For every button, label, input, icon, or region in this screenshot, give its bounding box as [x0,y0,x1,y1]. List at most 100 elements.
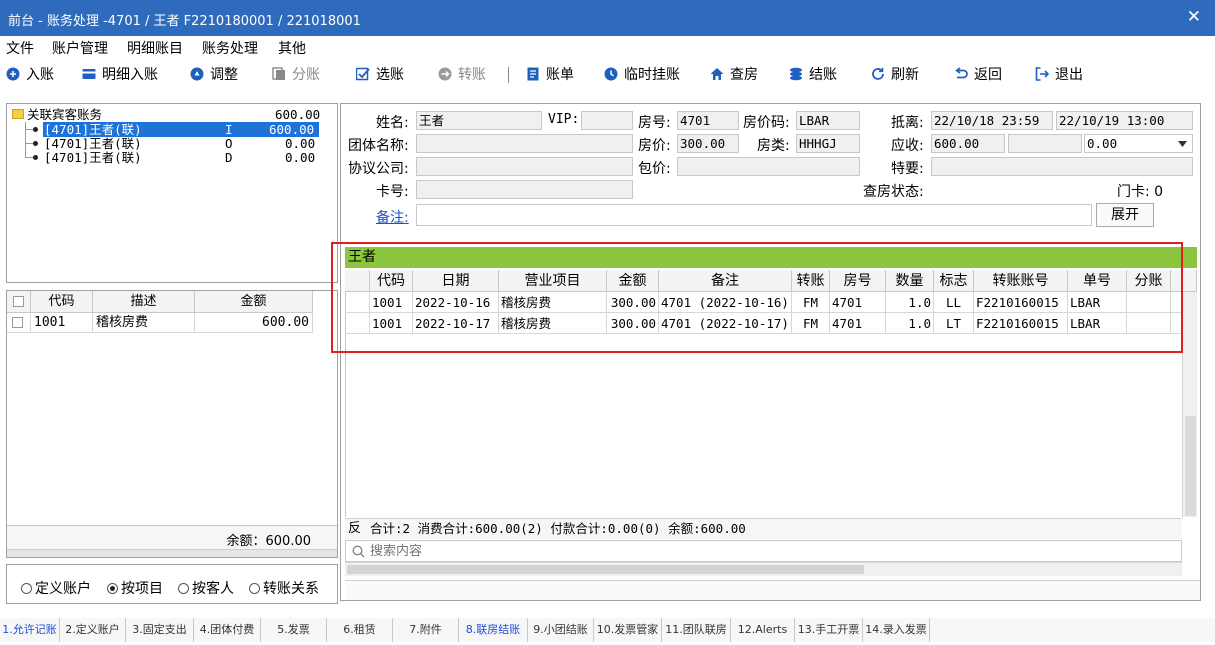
vip-field[interactable] [581,111,633,130]
tree-root-amount: 600.00 [275,107,321,122]
scrollbar-thumb[interactable] [347,565,864,574]
bill-icon [527,67,539,81]
check-room-button[interactable]: 查房 [710,63,758,85]
card-field[interactable] [416,180,633,199]
tree-item-label: [4701]王者(联) [44,150,142,165]
grouping-options: 定义账户 按项目 按客人 转账关系 [6,564,338,604]
remark-link[interactable]: 备注: [376,207,409,227]
arrive-depart-label: 抵离: [891,115,924,131]
tab-enter-invoice[interactable]: 14.录入发票 [863,618,930,642]
radio-by-guest[interactable]: 按客人 [178,578,234,598]
close-icon[interactable]: ✕ [1187,7,1201,27]
search-box[interactable] [345,540,1182,562]
company-field[interactable] [416,157,633,176]
radio-transfer-relation[interactable]: 转账关系 [249,578,319,598]
split-icon [272,67,285,80]
group-field[interactable] [416,134,633,153]
room-type-field[interactable]: HHHGJ [796,134,860,153]
row-checkbox-cell[interactable] [7,313,31,333]
menu-account-manage[interactable]: 账户管理 [52,38,108,58]
tab-small-group-checkout[interactable]: 9.小团结账 [528,618,594,642]
menu-detail-items[interactable]: 明细账目 [127,38,183,58]
tab-invoice[interactable]: 5.发票 [261,618,327,642]
check-room-label: 查房 [730,67,758,83]
transfer-circle-icon [438,67,452,81]
menu-accounting[interactable]: 账务处理 [202,38,258,58]
exit-button[interactable]: 退出 [1035,63,1083,85]
rate-field[interactable]: 300.00 [677,134,739,153]
arrival-field[interactable]: 22/10/18 23:59 [931,111,1053,130]
name-field[interactable]: 王者 [416,111,542,130]
bill-button[interactable]: 账单 [526,63,574,85]
tab-group-payment[interactable]: 4.团体付费 [194,618,261,642]
radio-label: 定义账户 [35,581,91,597]
tab-manual-invoice[interactable]: 13.手工开票 [795,618,863,642]
receivable-select[interactable]: 0.00 [1084,134,1193,153]
account-tree: 关联宾客账务 600.00 [4701]王者(联) I 600.00 [4701… [6,103,338,283]
temp-hold-button[interactable]: 临时挂账 [604,63,680,85]
refresh-label: 刷新 [891,67,919,83]
bottom-tab-bar: 1.允许记账 2.定义账户 3.固定支出 4.团体付费 5.发票 6.租赁 7.… [0,618,1215,642]
vertical-scrollbar[interactable] [1182,292,1197,517]
column-header-desc[interactable]: 描述 [93,291,195,313]
menu-file[interactable]: 文件 [6,38,34,58]
tree-item-amount: 0.00 [285,150,316,165]
menu-other[interactable]: 其他 [278,38,306,58]
checkout-button[interactable]: 结账 [789,63,837,85]
horizontal-scrollbar[interactable] [7,549,337,557]
table-cell-code[interactable]: 1001 [31,313,93,333]
refresh-button[interactable]: 刷新 [871,63,919,85]
search-input[interactable] [370,542,1170,560]
package-field[interactable] [677,157,860,176]
checkbox[interactable] [12,317,23,328]
chevron-down-icon[interactable] [1178,141,1187,147]
scrollbar-thumb[interactable] [1185,416,1196,516]
rate-code-field[interactable]: LBAR [796,111,860,130]
table-cell-desc[interactable]: 稽核房费 [93,313,195,333]
tree-item-3[interactable]: [4701]王者(联) D 0.00 [11,150,331,165]
tab-fixed-expense[interactable]: 3.固定支出 [126,618,194,642]
table-cell-amount[interactable]: 600.00 [195,313,313,333]
column-header-amount[interactable]: 金额 [195,291,313,313]
split-button[interactable]: 分账 [272,63,320,85]
receivable-label: 应收: [891,138,924,154]
detail-post-button[interactable]: 明细入账 [82,63,158,85]
tree-item-code: O [225,136,233,151]
radio-by-item[interactable]: 按项目 [107,578,163,598]
select-bill-button[interactable]: 选账 [356,63,404,85]
item-summary-grid: 代码 描述 金额 1001 稽核房费 600.00 余额：600.00 [6,290,338,558]
receivable-field[interactable]: 600.00 [931,134,1005,153]
checkout-label: 结账 [809,67,837,83]
column-header-code[interactable]: 代码 [31,291,93,313]
room-no-field[interactable]: 4701 [677,111,739,130]
detail-horizontal-scrollbar[interactable] [345,562,1182,576]
receivable-extra-field[interactable] [1008,134,1082,153]
reverse-button[interactable]: 反 [348,519,361,539]
adjust-button[interactable]: 调整 [190,63,238,85]
post-button[interactable]: 入账 [6,63,54,85]
transfer-button[interactable]: 转账 [438,63,486,85]
departure-field[interactable]: 22/10/19 13:00 [1056,111,1193,130]
tab-joint-room-checkout[interactable]: 8.联房结账 [459,618,528,642]
back-button[interactable]: 返回 [954,63,1002,85]
select-all-cell[interactable] [7,291,31,313]
tab-define-account[interactable]: 2.定义账户 [60,618,126,642]
tree-item-2[interactable]: [4701]王者(联) O 0.00 [11,136,331,151]
tab-invoice-manager[interactable]: 10.发票管家 [594,618,662,642]
tree-root[interactable]: 关联宾客账务 600.00 [11,107,331,122]
tab-alerts[interactable]: 12.Alerts [731,618,795,642]
clock-icon [604,67,618,81]
tab-allow-posting[interactable]: 1.允许记账 [0,618,60,642]
tab-lease[interactable]: 6.租赁 [327,618,393,642]
special-field[interactable] [931,157,1193,176]
tab-attachment[interactable]: 7.附件 [393,618,459,642]
tree-item-1[interactable]: [4701]王者(联) I 600.00 [11,122,331,137]
checkbox[interactable] [13,296,24,307]
expand-button[interactable]: 展开 [1096,203,1154,227]
post-label: 入账 [26,67,54,83]
rate-label: 房价: [638,138,671,154]
tree-item-amount: 0.00 [285,136,316,151]
radio-define-account[interactable]: 定义账户 [21,578,91,598]
remark-field[interactable] [416,204,1092,226]
tab-team-joint-room[interactable]: 11.团队联房 [662,618,731,642]
